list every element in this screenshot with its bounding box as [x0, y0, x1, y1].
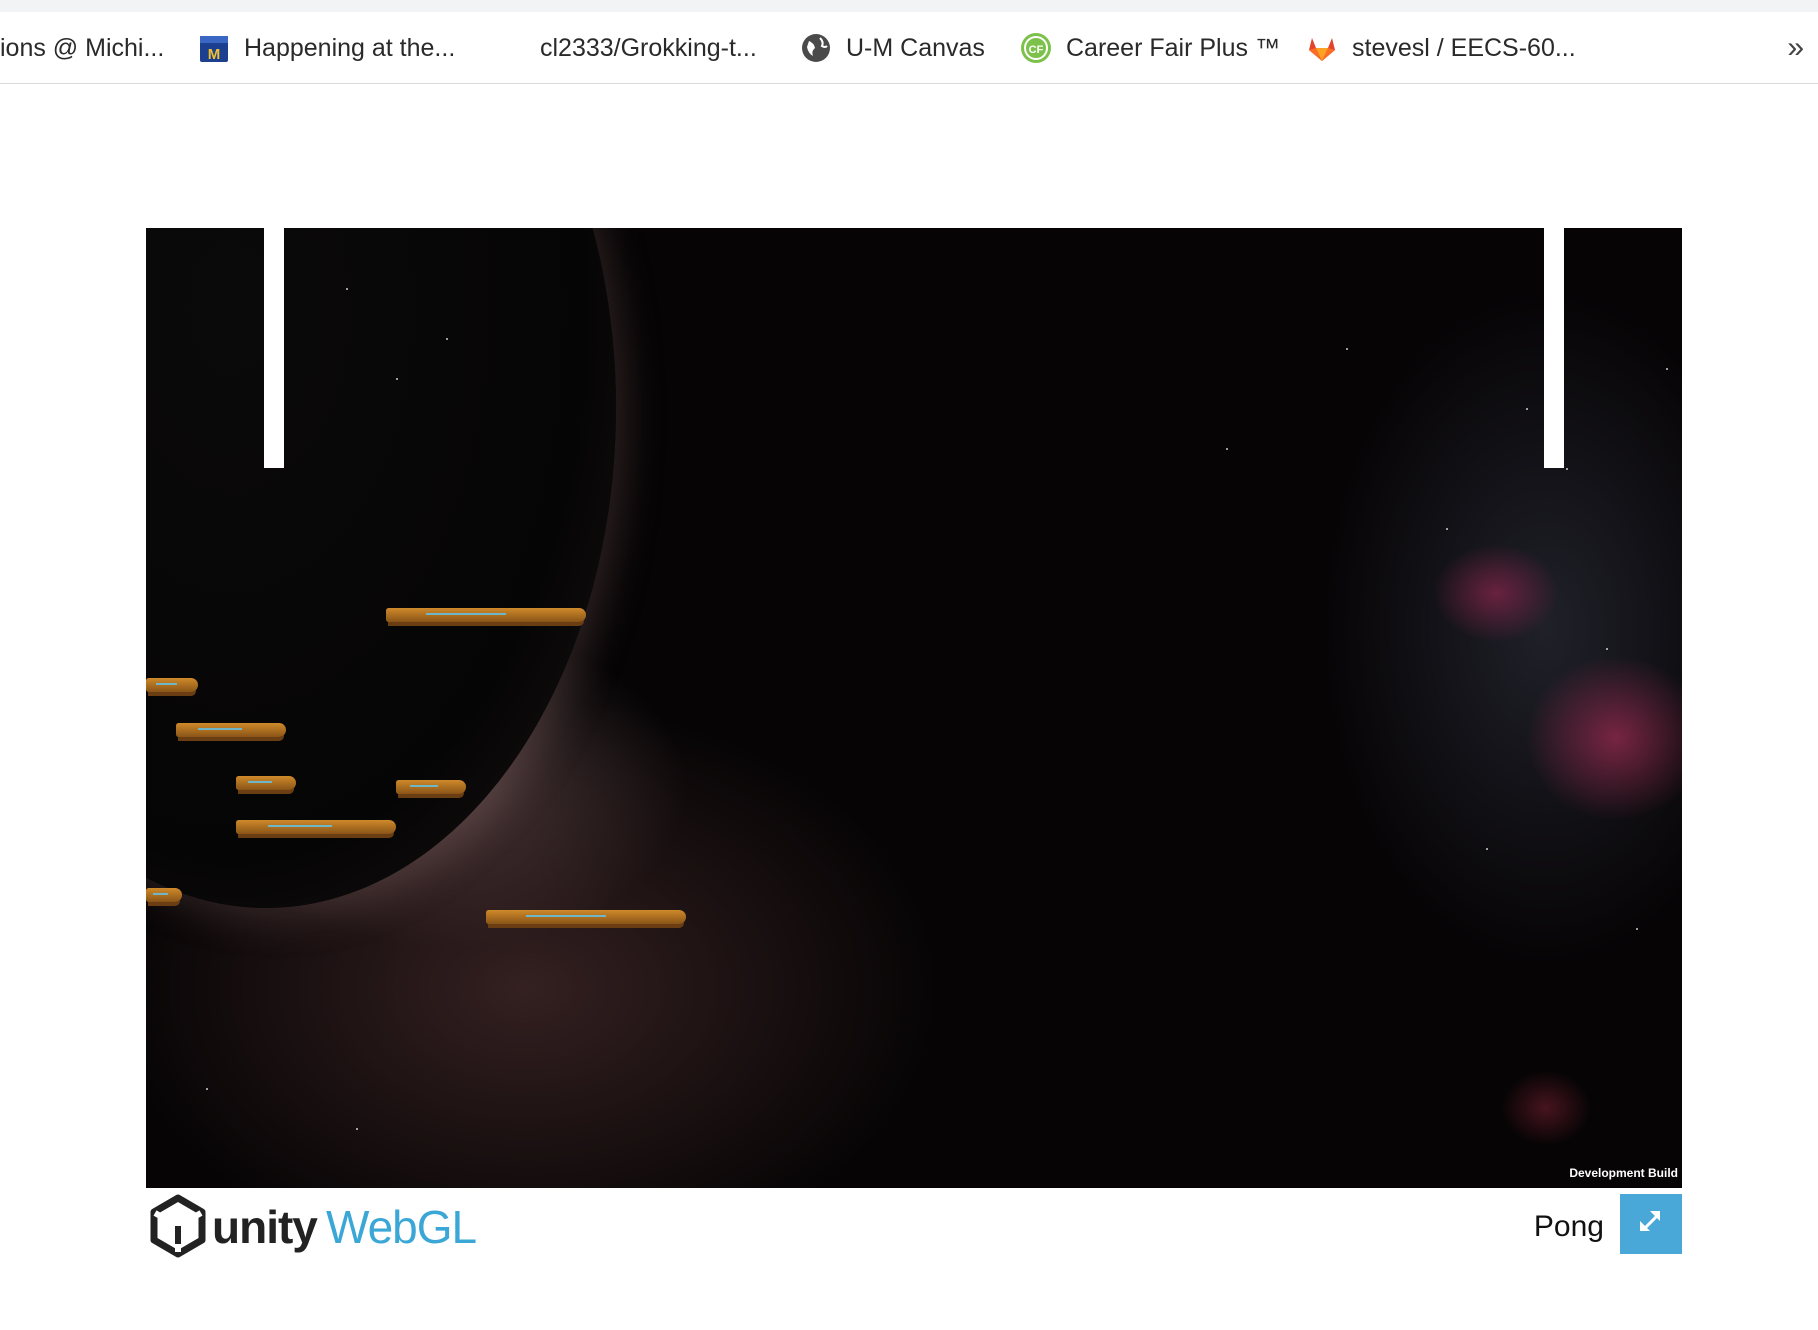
unity-footer: unity WebGL Pong [146, 1188, 1682, 1258]
spaceship-sprite [146, 888, 182, 902]
unity-logo-icon [146, 1194, 210, 1258]
bookmark-item[interactable]: cl2333/Grokking-t... [540, 12, 757, 84]
bookmark-item[interactable]: ions @ Michi... [0, 12, 164, 84]
star [1666, 368, 1668, 370]
star [356, 1128, 358, 1130]
spaceship-sprite [146, 678, 198, 692]
bookmark-label: cl2333/Grokking-t... [540, 33, 757, 62]
spaceship-sprite [176, 723, 286, 737]
right-paddle [1544, 228, 1564, 468]
spaceship-sprite [486, 910, 686, 924]
svg-text:M: M [208, 46, 221, 63]
bookmark-item[interactable]: U-M Canvas [800, 12, 985, 84]
bookmark-item[interactable]: stevesl / EECS-60... [1306, 12, 1576, 84]
bookmark-item[interactable]: CF Career Fair Plus ™ [1020, 12, 1280, 84]
michigan-calendar-icon: M [198, 32, 230, 64]
globe-icon [800, 32, 832, 64]
left-paddle [264, 228, 284, 468]
webgl-wordmark: WebGL [326, 1201, 477, 1253]
star [1346, 348, 1348, 350]
bookmark-label: Happening at the... [244, 33, 456, 62]
game-title: Pong [1533, 1210, 1604, 1243]
star [346, 288, 348, 290]
unity-game-canvas[interactable]: Development Build [146, 228, 1682, 1188]
star [1526, 408, 1528, 410]
fullscreen-button[interactable] [1620, 1194, 1682, 1254]
bookmarks-bar: ions @ Michi... M Happening at the... cl… [0, 12, 1818, 84]
bookmark-label: Career Fair Plus ™ [1066, 33, 1280, 62]
spaceship-sprite [236, 820, 396, 834]
star [396, 378, 398, 380]
star [1566, 468, 1568, 470]
bookmark-label: stevesl / EECS-60... [1352, 33, 1576, 62]
cf-icon: CF [1020, 32, 1052, 64]
svg-text:CF: CF [1029, 44, 1044, 56]
star [1486, 848, 1488, 850]
spaceship-sprite [396, 780, 466, 794]
development-build-label: Development Build [1569, 1166, 1678, 1180]
star [206, 1088, 208, 1090]
bookmark-item[interactable]: M Happening at the... [198, 12, 455, 84]
spaceship-sprite [386, 608, 586, 622]
more-bookmarks-button[interactable]: » [1787, 12, 1804, 84]
star [446, 338, 448, 340]
bookmark-label: ions @ Michi... [0, 33, 165, 62]
star [1446, 528, 1448, 530]
spaceship-sprite [236, 776, 296, 790]
star [1226, 448, 1228, 450]
browser-top-strip [0, 0, 1818, 12]
bookmark-label: U-M Canvas [846, 33, 985, 62]
star [1636, 928, 1638, 930]
planet-background [146, 228, 616, 908]
unity-wordmark: unity [212, 1201, 318, 1253]
gitlab-icon [1306, 32, 1338, 64]
star [1606, 648, 1608, 650]
expand-arrows-icon [1636, 1207, 1666, 1242]
